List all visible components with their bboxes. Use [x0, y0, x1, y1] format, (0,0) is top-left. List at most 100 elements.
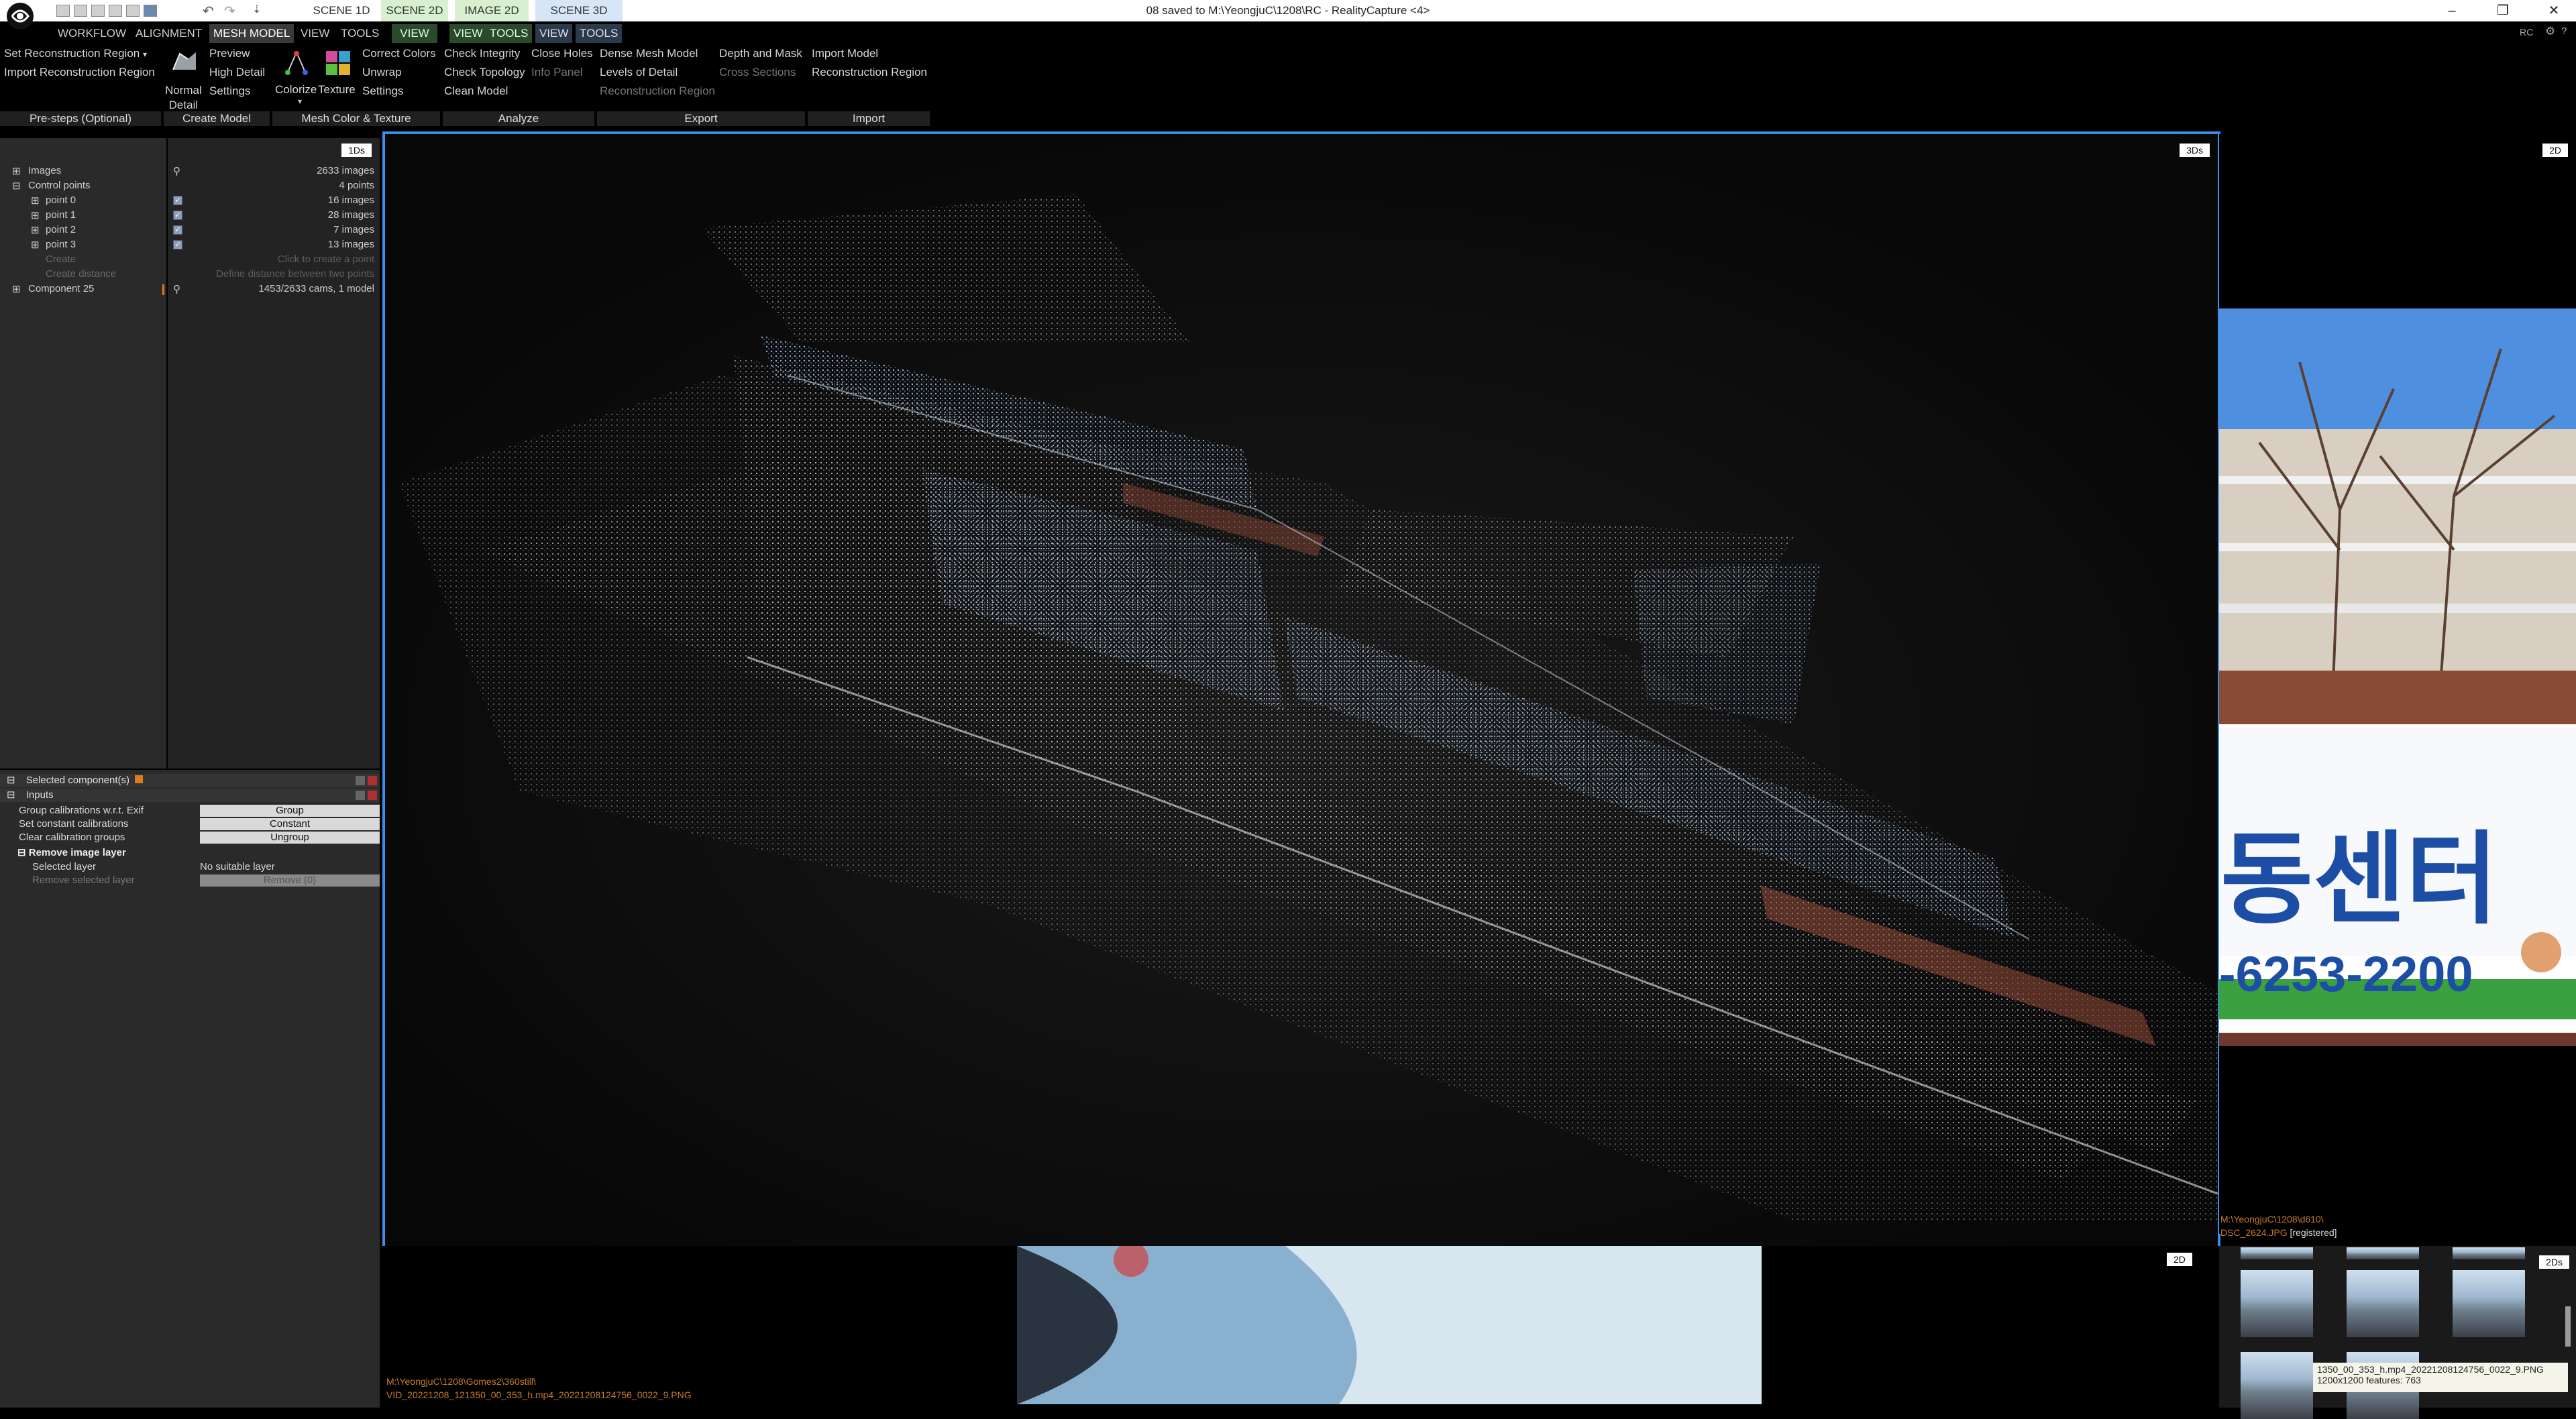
collapse-icon[interactable]: ⊟	[7, 789, 15, 801]
location-pin-icon[interactable]: ⚲	[173, 283, 180, 295]
thumbnail[interactable]	[2241, 1352, 2313, 1419]
thumbnail[interactable]	[2453, 1270, 2525, 1337]
close-icon[interactable]: ✕	[2530, 0, 2576, 21]
info-panel-button[interactable]: Info Panel	[531, 66, 583, 79]
normal-detail-button[interactable]: Normal Detail	[165, 83, 202, 113]
import-region-button[interactable]: Reconstruction Region	[812, 66, 927, 79]
thumbnail-scrollbar[interactable]	[2565, 1306, 2571, 1347]
thumbnail[interactable]	[2347, 1270, 2419, 1337]
menu-view-scene-2d[interactable]: VIEW	[392, 24, 437, 43]
view-badge-3ds[interactable]: 3Ds	[2180, 144, 2210, 157]
point-3-checkbox[interactable]: ✓	[173, 240, 182, 249]
menu-tools-image-2d[interactable]: TOOLS	[486, 24, 533, 43]
colorize-button[interactable]: Colorize	[275, 83, 317, 97]
ungroup-button[interactable]: Ungroup	[200, 832, 380, 844]
cross-sections-button[interactable]: Cross Sections	[719, 66, 796, 79]
correct-colors-button[interactable]: Correct Colors	[362, 47, 436, 60]
remove-image-layer-section[interactable]: ⊟ Remove image layer	[17, 846, 126, 858]
create-distance-hint[interactable]: Define distance between two points	[216, 268, 374, 280]
set-reconstruction-region-button[interactable]: Set Reconstruction Region ▾	[4, 47, 147, 60]
texture-icon[interactable]	[325, 50, 352, 76]
colorize-icon[interactable]	[284, 50, 309, 76]
check-integrity-button[interactable]: Check Integrity	[444, 47, 520, 60]
thumbnail[interactable]	[2347, 1247, 2419, 1259]
model-settings-button[interactable]: Settings	[209, 84, 250, 98]
restore-icon[interactable]: ❐	[2479, 0, 2526, 21]
collapse-icon[interactable]: ⊟	[7, 775, 15, 786]
texture-settings-button[interactable]: Settings	[362, 84, 403, 98]
constant-button[interactable]: Constant	[200, 818, 380, 830]
inputs-header[interactable]: ⊟ Inputs	[0, 789, 380, 802]
app-logo-icon[interactable]	[7, 3, 34, 30]
tree-expander-icon[interactable]: ⊞	[12, 165, 21, 177]
view-badge-2ds[interactable]: 2Ds	[2539, 1255, 2569, 1269]
scene-3d-view[interactable]: 3Ds	[382, 131, 2220, 1249]
dense-mesh-model-button[interactable]: Dense Mesh Model	[600, 47, 698, 60]
point-1-checkbox[interactable]: ✓	[173, 211, 182, 220]
tree-item-point-3[interactable]: point 3	[46, 239, 76, 250]
check-topology-button[interactable]: Check Topology	[444, 66, 525, 79]
menu-tools[interactable]: TOOLS	[337, 24, 383, 43]
thumbnail[interactable]	[2241, 1247, 2313, 1259]
point-0-checkbox[interactable]: ✓	[173, 196, 182, 205]
tree-item-point-2[interactable]: point 2	[46, 224, 76, 235]
dock-icon[interactable]	[356, 776, 365, 785]
menu-alignment[interactable]: ALIGNMENT	[131, 24, 206, 43]
minimize-icon[interactable]: –	[2428, 0, 2475, 21]
import-model-button[interactable]: Import Model	[812, 47, 878, 60]
depth-and-mask-button[interactable]: Depth and Mask	[719, 47, 802, 60]
clean-model-button[interactable]: Clean Model	[444, 84, 508, 98]
group-button[interactable]: Group	[200, 805, 380, 817]
image-2d-bottom-view[interactable]: 2D M:\YeongjuC\1208\Gomes2\360still\ VID…	[382, 1246, 2219, 1408]
close-panel-icon[interactable]	[368, 791, 377, 800]
import-reconstruction-region-button[interactable]: Import Reconstruction Region	[4, 66, 155, 79]
tree-item-component-25[interactable]: Component 25	[28, 283, 94, 294]
menu-workflow[interactable]: WORKFLOW	[54, 24, 130, 43]
selected-components-header[interactable]: ⊟ Selected component(s)	[0, 774, 380, 787]
tree-item-create-distance[interactable]: Create distance	[46, 268, 116, 280]
menu-view-image-2d[interactable]: VIEW	[449, 24, 487, 43]
levels-of-detail-button[interactable]: Levels of Detail	[600, 66, 678, 79]
unwrap-button[interactable]: Unwrap	[362, 66, 402, 79]
remove-layer-button[interactable]: Remove (0)	[200, 874, 380, 887]
texture-button[interactable]: Texture	[318, 83, 356, 97]
point-2-checkbox[interactable]: ✓	[173, 225, 182, 235]
view-badge-1ds[interactable]: 1Ds	[341, 144, 372, 157]
thumbnail[interactable]	[2241, 1270, 2313, 1337]
preview-button[interactable]: Preview	[209, 47, 250, 60]
settings-icon[interactable]: ⚙	[2545, 25, 2555, 38]
normal-detail-icon[interactable]	[170, 50, 199, 74]
tree-item-point-1[interactable]: point 1	[46, 209, 76, 221]
menu-view[interactable]: VIEW	[297, 24, 333, 43]
tree-expander-icon[interactable]: ⊟	[12, 180, 21, 192]
selected-layer-value[interactable]: No suitable layer	[200, 861, 275, 872]
view-badge-2d[interactable]: 2D	[2542, 144, 2568, 157]
export-reconstruction-region-button[interactable]: Reconstruction Region	[600, 84, 715, 98]
high-detail-button[interactable]: High Detail	[209, 66, 265, 79]
menu-mesh-model[interactable]: MESH MODEL	[209, 24, 294, 43]
image-thumbnails[interactable]: 2Ds 1350_00_353_h.mp4_20221208124756_002…	[2219, 1246, 2576, 1419]
thumbnail[interactable]	[2453, 1247, 2525, 1259]
help-icon[interactable]: ?	[2561, 25, 2567, 37]
location-pin-icon[interactable]: ⚲	[173, 165, 180, 177]
view-badge-2d-bottom[interactable]: 2D	[2167, 1253, 2192, 1266]
menu-tools-scene-3d[interactable]: TOOLS	[576, 24, 623, 43]
menu-view-scene-3d[interactable]: VIEW	[535, 24, 573, 43]
tree-expander-icon[interactable]: ⊞	[31, 194, 40, 207]
tree-expander-icon[interactable]: ⊞	[31, 224, 40, 236]
dock-icon[interactable]	[356, 791, 365, 800]
tree-item-images[interactable]: Images	[28, 165, 61, 176]
tree-expander-icon[interactable]: ⊞	[31, 209, 40, 221]
tree-expander-icon[interactable]: ⊞	[31, 239, 40, 251]
colorize-dropdown-icon[interactable]: ▾	[298, 97, 302, 106]
collapse-icon[interactable]: ⊟	[17, 847, 29, 858]
image-2d-photo[interactable]: 동센터 -6253-2200	[2219, 308, 2576, 1046]
tree-item-point-0[interactable]: point 0	[46, 194, 76, 206]
close-panel-icon[interactable]	[368, 776, 377, 785]
close-holes-button[interactable]: Close Holes	[531, 47, 593, 60]
panorama-image[interactable]	[1017, 1246, 1762, 1404]
create-point-hint[interactable]: Click to create a point	[278, 253, 374, 265]
tree-item-create[interactable]: Create	[46, 253, 76, 265]
tree-item-control-points[interactable]: Control points	[28, 180, 91, 191]
tree-expander-icon[interactable]: ⊞	[12, 283, 21, 295]
